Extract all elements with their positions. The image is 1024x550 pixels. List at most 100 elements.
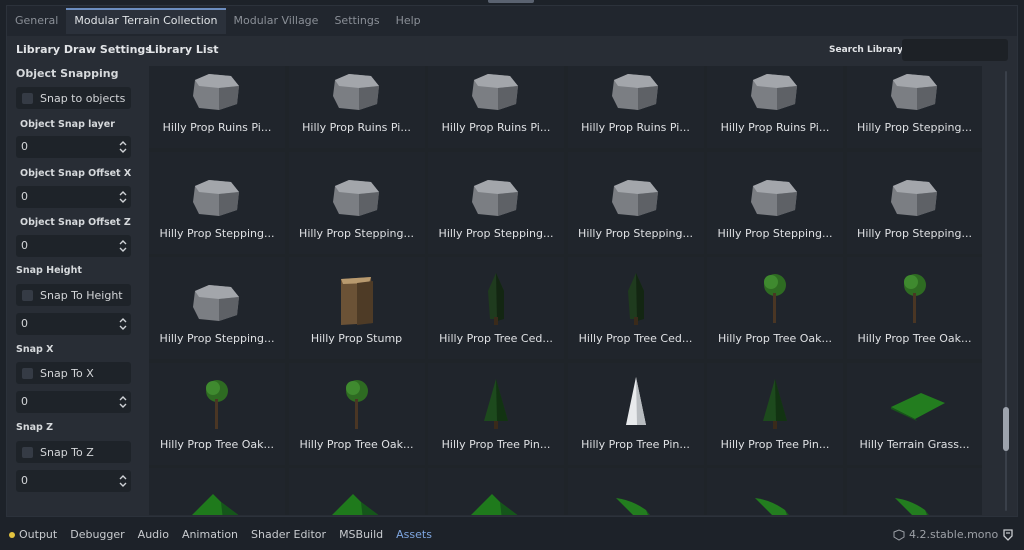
- rock-icon: [865, 66, 965, 118]
- library-item[interactable]: Hilly Prop Tree Oak...: [149, 362, 285, 465]
- stump-icon: [307, 269, 407, 329]
- search-library-input[interactable]: [902, 39, 1008, 61]
- snap-z-value[interactable]: 0: [21, 474, 28, 487]
- library-item[interactable]: Hilly Prop Stepping...: [707, 151, 843, 254]
- object-snap-offset-x-value[interactable]: 0: [21, 190, 28, 203]
- object-snap-layer-value[interactable]: 0: [21, 140, 28, 153]
- rock-icon: [865, 164, 965, 224]
- library-item[interactable]: Hilly Prop Stump: [288, 257, 425, 359]
- snap-to-height-label: Snap To Height: [40, 288, 123, 302]
- library-item[interactable]: [846, 468, 982, 515]
- object-snap-offset-z-value[interactable]: 0: [21, 239, 28, 252]
- window-drag-handle[interactable]: [488, 0, 534, 3]
- library-item[interactable]: Hilly Prop Stepping...: [846, 151, 982, 254]
- search-library-label: Search Library: [829, 45, 904, 55]
- library-item[interactable]: Hilly Prop Tree Oak...: [288, 362, 425, 465]
- library-item-label: Hilly Prop Stepping...: [578, 226, 693, 240]
- spin-arrows-icon[interactable]: [118, 238, 128, 254]
- spin-arrows-icon[interactable]: [118, 316, 128, 332]
- snap-z-spinbox[interactable]: 0: [16, 470, 131, 492]
- object-snapping-heading: Object Snapping: [16, 67, 119, 80]
- library-item[interactable]: Hilly Prop Ruins Pi...: [707, 66, 843, 148]
- rock-icon: [167, 66, 267, 118]
- library-item[interactable]: Hilly Prop Tree Pin...: [707, 362, 843, 465]
- bottom-tab-shader-editor[interactable]: Shader Editor: [251, 528, 326, 541]
- bottom-tab-audio[interactable]: Audio: [138, 528, 169, 541]
- tab-modular-terrain-collection[interactable]: Modular Terrain Collection: [66, 8, 226, 34]
- snap-to-z-checkbox[interactable]: Snap To Z: [16, 441, 131, 463]
- scrollbar-thumb[interactable]: [1003, 407, 1009, 451]
- engine-version: 4.2.stable.mono: [909, 528, 999, 541]
- bottom-tab-animation[interactable]: Animation: [182, 528, 238, 541]
- snap-to-objects-checkbox[interactable]: Snap to objects: [16, 87, 131, 109]
- library-item[interactable]: Hilly Prop Tree Pin...: [567, 362, 704, 465]
- library-item[interactable]: Hilly Prop Ruins Pi...: [567, 66, 704, 148]
- bottom-tab-label: Debugger: [70, 528, 125, 541]
- library-item-label: Hilly Prop Ruins Pi...: [162, 121, 272, 134]
- library-item[interactable]: [149, 468, 285, 515]
- library-item-label: Hilly Prop Tree Pin...: [720, 437, 830, 451]
- tab-general[interactable]: General: [7, 8, 66, 34]
- library-item[interactable]: Hilly Prop Ruins Pi...: [288, 66, 425, 148]
- library-item[interactable]: Hilly Prop Tree Oak...: [707, 257, 843, 359]
- snap-height-heading: Snap Height: [16, 265, 82, 276]
- library-item-label: Hilly Prop Stepping...: [159, 226, 275, 240]
- tab-modular-village[interactable]: Modular Village: [226, 8, 327, 34]
- snap-height-value[interactable]: 0: [21, 317, 28, 330]
- snap-to-x-checkbox[interactable]: Snap To X: [16, 362, 131, 384]
- snap-z-heading: Snap Z: [16, 422, 54, 433]
- snap-to-height-checkbox[interactable]: Snap To Height: [16, 284, 131, 306]
- object-snap-offset-x-spinbox[interactable]: 0: [16, 186, 131, 208]
- library-item[interactable]: Hilly Prop Ruins Pi...: [149, 66, 285, 148]
- bottom-tab-output[interactable]: Output: [9, 528, 57, 541]
- library-item[interactable]: Hilly Prop Stepping...: [428, 151, 564, 254]
- grass-strip-icon: [725, 480, 825, 515]
- library-grid-items: Hilly Prop Ruins Pi... Hilly Prop Ruins P…: [149, 66, 982, 515]
- library-item-label: Hilly Prop Tree Pin...: [581, 437, 690, 451]
- tab-settings[interactable]: Settings: [326, 8, 387, 34]
- library-item[interactable]: Hilly Prop Stepping...: [288, 151, 425, 254]
- checkbox-box[interactable]: [22, 92, 33, 104]
- spin-arrows-icon[interactable]: [118, 189, 128, 205]
- layout-toggle-icon[interactable]: [1001, 528, 1015, 545]
- spin-arrows-icon[interactable]: [118, 394, 128, 410]
- library-item[interactable]: Hilly Prop Ruins Pi...: [428, 66, 564, 148]
- library-item[interactable]: Hilly Prop Stepping...: [149, 151, 285, 254]
- library-item[interactable]: Hilly Prop Tree Oak...: [846, 257, 982, 359]
- object-snap-offset-z-spinbox[interactable]: 0: [16, 235, 131, 257]
- library-item[interactable]: Hilly Prop Tree Pin...: [428, 362, 564, 465]
- bottom-panel-tabs: Output Debugger Audio Animation Shader Edito…: [9, 528, 445, 541]
- object-snap-layer-spinbox[interactable]: 0: [16, 136, 131, 158]
- checkbox-box[interactable]: [22, 367, 33, 379]
- library-item[interactable]: Hilly Prop Tree Ced...: [567, 257, 704, 359]
- snap-x-spinbox[interactable]: 0: [16, 391, 131, 413]
- tab-help[interactable]: Help: [388, 8, 429, 34]
- grass-tile-icon: [865, 375, 965, 435]
- library-item[interactable]: [707, 468, 843, 515]
- library-item[interactable]: [288, 468, 425, 515]
- spin-arrows-icon[interactable]: [118, 139, 128, 155]
- library-item[interactable]: Hilly Terrain Grass...: [846, 362, 982, 465]
- snap-x-value[interactable]: 0: [21, 395, 28, 408]
- library-item[interactable]: Hilly Prop Stepping...: [149, 257, 285, 359]
- cedar-tree-icon: [586, 269, 686, 329]
- grass-strip-icon: [865, 480, 965, 515]
- library-scrollbar[interactable]: [1003, 66, 1009, 515]
- library-item[interactable]: Hilly Prop Tree Ced...: [428, 257, 564, 359]
- library-item[interactable]: [567, 468, 704, 515]
- snap-height-spinbox[interactable]: 0: [16, 313, 131, 335]
- library-item[interactable]: Hilly Prop Stepping...: [846, 66, 982, 148]
- checkbox-box[interactable]: [22, 289, 33, 301]
- spin-arrows-icon[interactable]: [118, 473, 128, 489]
- bottom-tab-label: Audio: [137, 528, 169, 541]
- library-item-label: Hilly Prop Tree Oak...: [857, 332, 972, 345]
- bottom-tab-assets[interactable]: Assets: [396, 528, 432, 541]
- library-item[interactable]: Hilly Prop Stepping...: [567, 151, 704, 254]
- bottom-tab-msbuild[interactable]: MSBuild: [339, 528, 383, 541]
- library-item-label: Hilly Prop Stepping...: [857, 226, 972, 240]
- object-snap-layer-label: Object Snap layer: [20, 119, 115, 130]
- bottom-tab-debugger[interactable]: Debugger: [70, 528, 124, 541]
- grass-patch-icon: [446, 480, 546, 515]
- library-item[interactable]: [428, 468, 564, 515]
- checkbox-box[interactable]: [22, 446, 33, 458]
